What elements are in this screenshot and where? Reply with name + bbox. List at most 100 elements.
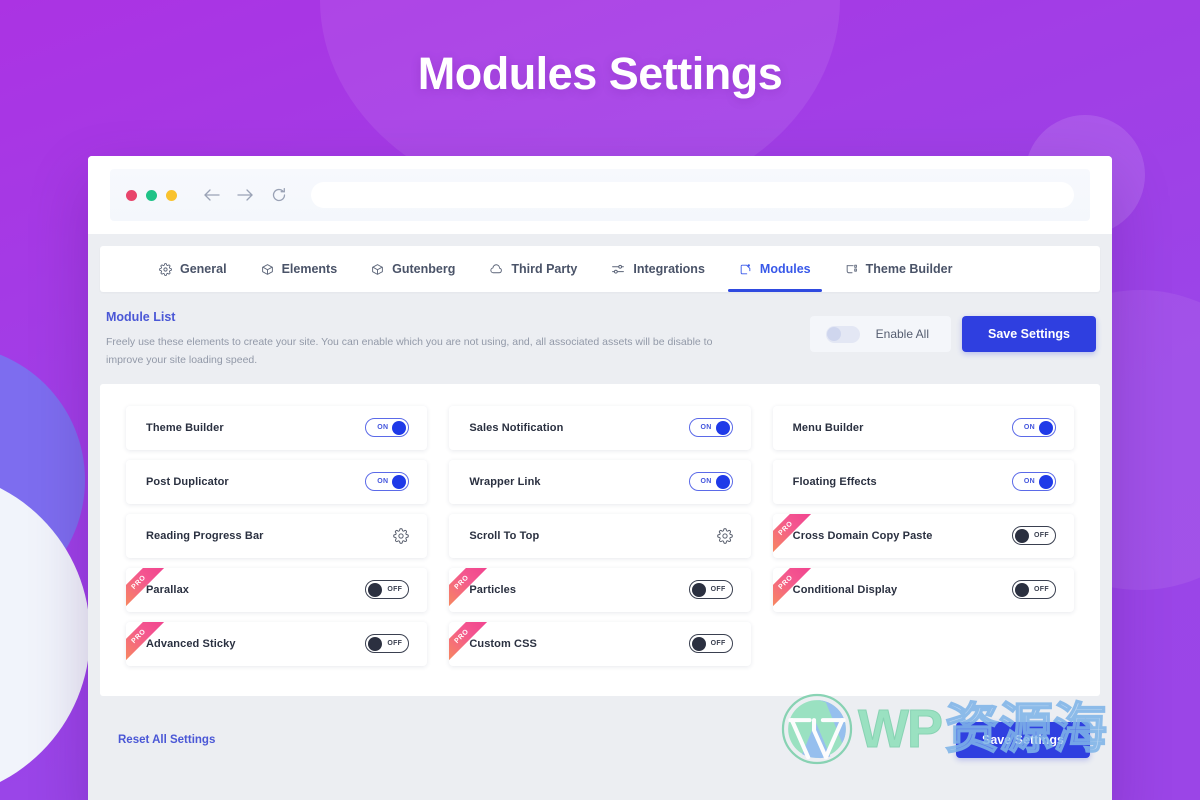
module-toggle-state: ON [377,478,389,486]
module-label: Parallax [146,583,190,596]
module-card: PRO Cross Domain Copy Paste OFF [772,513,1074,558]
minimize-dot[interactable] [146,189,157,201]
module-card: PRO Custom CSS OFF [449,621,751,666]
module-label: Floating Effects [792,475,877,488]
module-label: Reading Progress Bar [146,529,264,542]
module-toggle-state: ON [377,424,389,432]
sliders-icon [611,263,625,276]
tab-integrations[interactable]: Integrations [594,246,722,292]
module-card: PRO Parallax OFF [126,567,428,612]
module-label: Theme Builder [146,421,224,434]
cloud-icon [489,263,503,276]
tab-label: Theme Builder [865,262,953,276]
app-body: General Elements Gutenberg Third Party I… [88,234,1112,800]
module-toggle[interactable]: OFF [688,634,733,654]
tab-modules[interactable]: Modules [722,246,828,292]
arrow-left-icon[interactable] [203,188,220,202]
arrow-right-icon[interactable] [237,188,254,202]
cube-icon [261,263,274,276]
url-input[interactable] [311,182,1074,208]
tab-label: Gutenberg [392,262,456,276]
module-panel: Theme Builder ON Sales Notification ON Menu … [100,383,1100,696]
page-background: Modules Settings General Elements Gutenb… [0,0,1200,800]
page-title: Modules Settings [417,48,783,99]
enable-all-switch[interactable] [825,325,860,343]
module-toggle[interactable]: ON [688,418,733,438]
tab-general[interactable]: General [142,246,244,292]
module-toggle-knob [392,420,407,435]
reset-all-settings-link[interactable]: Reset All Settings [118,734,215,746]
tab-elements[interactable]: Elements [244,246,355,292]
module-toggle-knob [715,474,730,489]
panel-footer: Reset All Settings Save Settings [100,696,1100,758]
tab-label: Modules [759,262,811,276]
module-toggle[interactable]: OFF [365,634,410,654]
module-toggle-state: OFF [387,586,403,594]
settings-tabbar: General Elements Gutenberg Third Party I… [100,246,1100,292]
module-card: Theme Builder ON [126,405,428,450]
module-toggle[interactable]: OFF [688,580,733,600]
module-list-description: Freely use these elements to create your… [106,336,713,367]
module-label: Scroll To Top [469,529,540,542]
tab-theme-builder[interactable]: Theme Builder [828,246,970,292]
browser-chrome [88,156,1112,234]
module-toggle-state: ON [700,478,712,486]
module-toggle[interactable]: OFF [365,580,410,600]
gear-icon [159,262,172,276]
module-toggle-state: ON [700,424,712,432]
module-label: Sales Notification [469,421,564,434]
module-card: Wrapper Link ON [449,459,751,504]
decorative-blob-left-lower [0,470,90,800]
module-card: Reading Progress Bar [126,513,428,558]
module-label: Wrapper Link [469,475,541,488]
window-controls [126,189,177,201]
module-toggle[interactable]: ON [1012,418,1056,438]
module-list-title: Module List [106,310,176,324]
module-toggle[interactable]: ON [365,418,410,438]
tab-label: General [180,262,227,276]
enable-all-toggle[interactable]: Enable All [809,316,952,352]
module-label: Cross Domain Copy Paste [792,529,933,542]
module-settings-gear-icon[interactable] [393,527,410,544]
module-label: Custom CSS [469,637,537,650]
cube-icon [371,263,384,276]
module-card: Post Duplicator ON [126,459,428,504]
tab-label: Integrations [633,262,705,276]
module-toggle-state: OFF [1034,586,1049,594]
reload-icon[interactable] [271,187,287,203]
module-toggle-state: ON [1023,478,1035,486]
module-toggle-knob [1039,474,1053,489]
tab-label: Third Party [511,262,578,276]
module-toggle-knob [691,582,706,597]
module-toggle-knob [392,474,407,489]
module-toggle-knob [691,636,706,651]
module-card: PRO Particles OFF [449,567,751,612]
module-toggle-knob [1015,582,1029,597]
tab-third-party[interactable]: Third Party [472,246,594,292]
close-dot[interactable] [126,189,137,201]
tab-label: Elements [281,262,338,276]
maximize-dot[interactable] [166,189,177,201]
save-settings-button-top[interactable]: Save Settings [962,316,1096,352]
module-toggle-knob [1039,420,1053,435]
module-toggle[interactable]: ON [1012,472,1056,492]
module-toggle-knob [1015,528,1029,543]
module-settings-gear-icon[interactable] [716,527,733,544]
module-toggle[interactable]: ON [688,472,733,492]
browser-window: General Elements Gutenberg Third Party I… [88,156,1112,800]
module-toggle-state: OFF [1034,532,1049,540]
module-toggle-knob [368,582,383,597]
module-toggle-knob [368,636,383,651]
module-card: PRO Advanced Sticky OFF [126,621,428,666]
module-card: Sales Notification ON [449,405,751,450]
module-toggle[interactable]: OFF [1012,526,1056,546]
enable-all-label: Enable All [875,327,930,341]
tab-gutenberg[interactable]: Gutenberg [354,246,472,292]
module-toggle[interactable]: OFF [1012,580,1056,600]
module-label: Conditional Display [792,583,898,596]
module-label: Particles [469,583,517,596]
module-toggle[interactable]: ON [365,472,410,492]
modules-icon [739,263,752,276]
save-settings-button-bottom[interactable]: Save Settings [956,721,1090,758]
layout-icon [845,263,858,276]
